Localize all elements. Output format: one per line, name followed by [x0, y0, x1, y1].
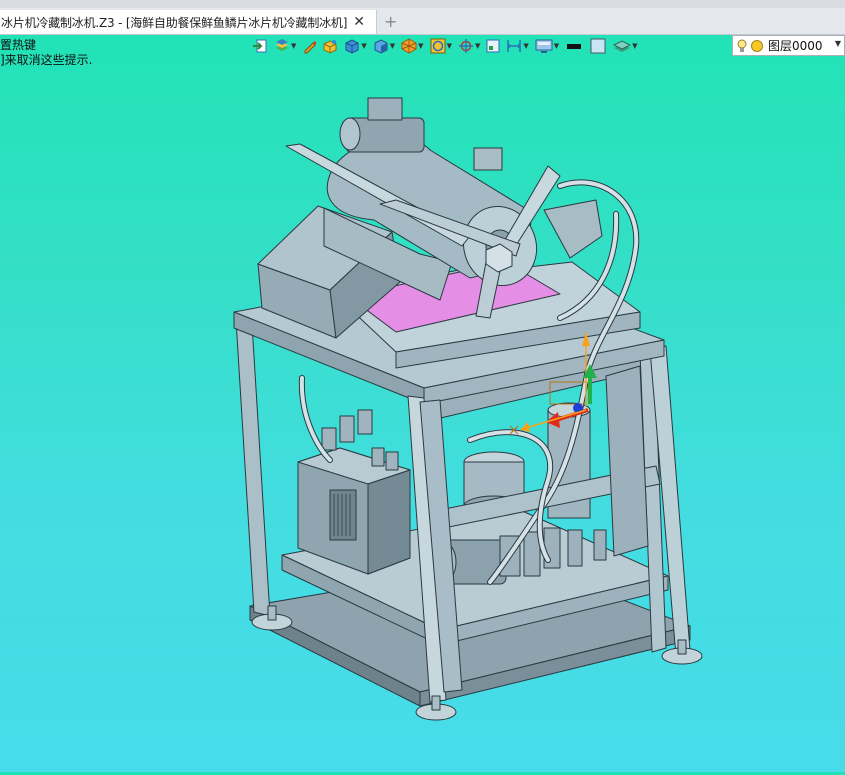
circle-snap-icon[interactable]: ▼ [430, 38, 452, 54]
frame-icon[interactable] [486, 38, 500, 54]
line-color-swatch[interactable] [565, 38, 583, 54]
frame-post-back-left [235, 319, 271, 617]
hint-line-1: 置热键 [0, 38, 37, 52]
dimension-icon[interactable]: ▼ [506, 38, 529, 54]
machine-model[interactable] [0, 58, 845, 772]
fill-color-swatch[interactable] [589, 38, 607, 54]
stack-layers-icon[interactable]: ▼ [613, 38, 638, 54]
add-tab-icon[interactable]: + [384, 12, 397, 31]
bulb-icon[interactable] [737, 39, 747, 53]
layer-name: 图层0000 [768, 39, 823, 53]
pen-icon[interactable] [302, 38, 317, 54]
shaded-cube-icon[interactable]: ▼ [373, 38, 395, 54]
3d-viewport[interactable] [0, 58, 845, 772]
target-crosshair-icon[interactable]: ▼ [458, 38, 480, 54]
layer-selector[interactable]: 图层0000 ▼ [732, 35, 845, 56]
document-tab-bar: 冰片机冷藏制冰机.Z3 - [海鲜自助餐保鲜鱼鳞片冰片机冷藏制冰机] ✕ + [0, 8, 845, 35]
document-tab-title: 冰片机冷藏制冰机.Z3 - [海鲜自助餐保鲜鱼鳞片冰片机冷藏制冰机] [1, 15, 348, 30]
solid-box-icon[interactable] [322, 38, 338, 54]
layer-manager-icon[interactable]: ▼ [274, 38, 296, 54]
sun-icon[interactable] [750, 39, 764, 53]
render-mode-icon[interactable]: ▼ [401, 38, 424, 54]
cube-view-icon[interactable]: ▼ [344, 38, 367, 54]
close-tab-icon[interactable]: ✕ [353, 14, 365, 30]
import-icon[interactable] [252, 38, 268, 54]
view-toolbar: ▼ ▼ ▼ ▼ ▼ ▼ ▼ ▼ ▼ [252, 36, 644, 56]
document-tab[interactable]: 冰片机冷藏制冰机.Z3 - [海鲜自助餐保鲜鱼鳞片冰片机冷藏制冰机] ✕ [0, 10, 377, 34]
display-settings-icon[interactable]: ▼ [535, 38, 559, 54]
layer-dropdown-icon[interactable]: ▼ [835, 39, 841, 48]
